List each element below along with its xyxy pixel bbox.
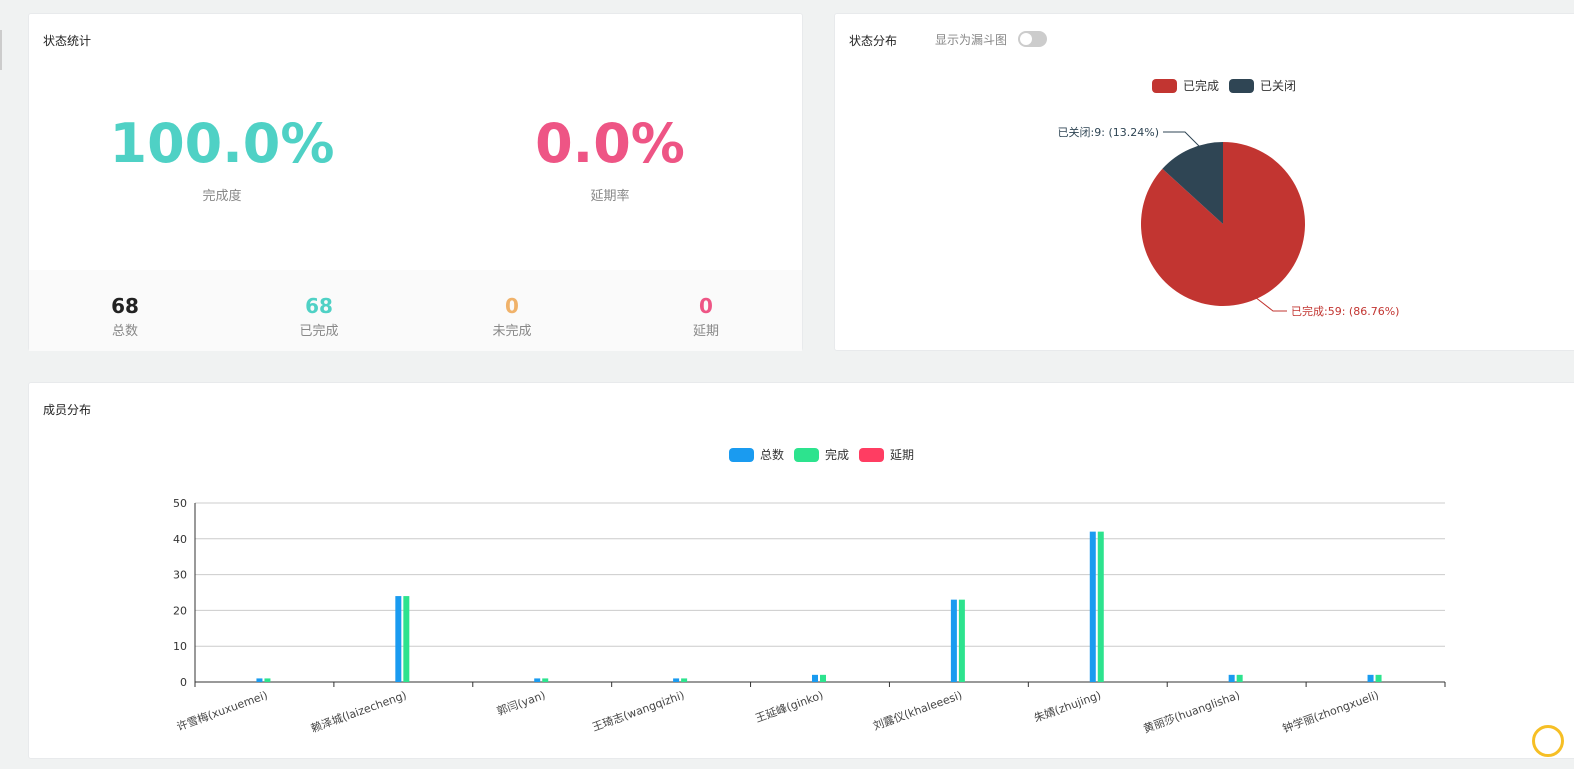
stat-value: 68 — [111, 294, 139, 318]
bar-完成[interactable] — [1097, 531, 1104, 682]
y-tick-label: 50 — [173, 497, 187, 510]
bar-总数[interactable] — [534, 678, 541, 682]
stat-value: 68 — [305, 294, 333, 318]
bar-完成[interactable] — [820, 674, 826, 682]
pie-chart: 已关闭:9: (13.24%) 已完成:59: (86.76%) — [1058, 125, 1400, 318]
y-tick-label: 40 — [173, 533, 187, 546]
bar-总数[interactable] — [1089, 531, 1096, 682]
card-title: 状态统计 — [43, 34, 92, 48]
bar-chart: 0 10 20 30 40 50 许雪梅(xuxuemei) 赖泽城(laizecheng) 郭… — [173, 497, 1446, 736]
stat-incomplete: 0 未完成 — [452, 294, 572, 339]
y-tick-label: 0 — [180, 676, 187, 689]
x-tick-label: 钟学丽(zhongxueli) — [1281, 688, 1381, 736]
stat-value: 0 — [699, 294, 713, 318]
bar-完成[interactable] — [264, 678, 271, 682]
bar-总数[interactable] — [1228, 674, 1235, 682]
member-distribution-card: 成员分布 总数 完成 延期 0 10 20 30 40 50 许雪梅(xuxuemei) 赖泽… — [28, 382, 1574, 759]
y-tick-label: 30 — [173, 569, 187, 582]
stat-completed: 68 已完成 — [259, 294, 379, 339]
bar-总数[interactable] — [1367, 674, 1374, 682]
delay-rate-value: 0.0% — [535, 112, 685, 175]
x-tick-label: 郭闫(yan) — [495, 689, 547, 719]
y-tick-label: 20 — [173, 604, 187, 617]
delay-rate-label: 延期率 — [590, 189, 630, 204]
pie-label-closed: 已关闭:9: (13.24%) — [1058, 125, 1159, 139]
bar-总数[interactable] — [256, 678, 263, 682]
stat-delayed: 0 延期 — [646, 294, 766, 339]
bar-完成[interactable] — [542, 678, 549, 682]
bar-完成[interactable] — [958, 599, 965, 682]
logo-icon — [1532, 725, 1564, 757]
status-distribution-card: 状态分布 显示为漏斗图 已完成 已关闭 已关闭:9: (13.24%) 已完成:… — [834, 13, 1574, 351]
bar-总数[interactable] — [673, 678, 680, 682]
completion-label: 完成度 — [202, 189, 242, 204]
stat-label: 已完成 — [299, 324, 339, 339]
bar-完成[interactable] — [681, 678, 688, 682]
pie-label-completed: 已完成:59: (86.76%) — [1291, 304, 1399, 318]
bar-总数[interactable] — [395, 596, 402, 682]
y-tick-label: 10 — [173, 640, 187, 653]
stat-value: 0 — [505, 294, 519, 318]
bar-完成[interactable] — [1375, 674, 1382, 682]
x-tick-label: 刘露仪(khaleeesi) — [871, 689, 964, 733]
x-tick-label: 王琦志(wangqizhi) — [590, 689, 686, 734]
bar-总数[interactable] — [950, 599, 957, 682]
status-stats-card: 状态统计 100.0% 完成度 0.0% 延期率 68 总数 68 已完成 0 未完成… — [28, 13, 803, 351]
stat-label: 未完成 — [492, 324, 532, 339]
watermark-logo — [1532, 725, 1564, 757]
x-tick-label: 赖泽城(laizecheng) — [309, 689, 408, 736]
stat-total: 68 总数 — [65, 294, 185, 339]
stat-label: 总数 — [111, 324, 138, 339]
x-tick-label: 许雪梅(xuxuemei) — [175, 688, 270, 734]
x-tick-label: 朱婧(zhujing) — [1032, 688, 1103, 725]
x-tick-label: 黄丽莎(huanglisha) — [1141, 688, 1241, 736]
stat-label: 延期 — [692, 324, 719, 339]
bar-完成[interactable] — [403, 596, 410, 682]
side-handle[interactable] — [0, 30, 3, 70]
bar-总数[interactable] — [812, 674, 818, 682]
bar-完成[interactable] — [1236, 674, 1243, 682]
label-line-completed — [1254, 296, 1287, 312]
x-tick-label: 王延峰(ginko) — [754, 689, 825, 726]
stats-footer: 68 总数 68 已完成 0 未完成 0 延期 — [29, 270, 802, 351]
completion-value: 100.0% — [109, 112, 335, 175]
